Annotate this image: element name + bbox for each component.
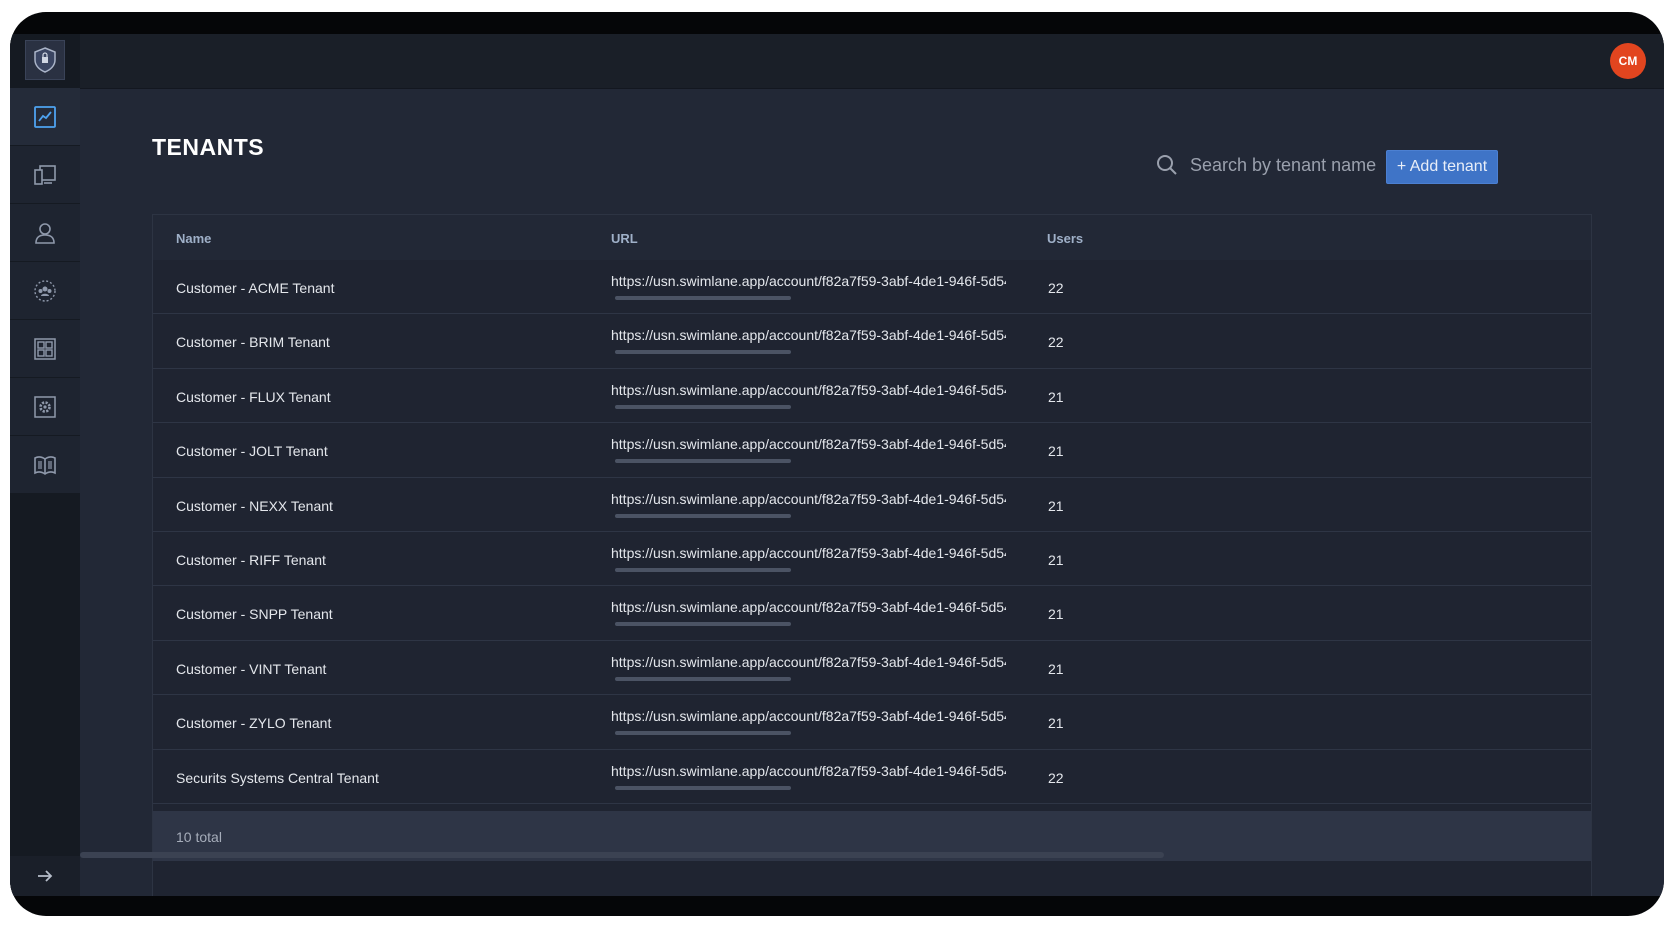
dashboard-chart-icon xyxy=(34,105,56,128)
url-scrollbar[interactable] xyxy=(615,731,791,736)
search-input[interactable] xyxy=(1188,153,1392,177)
arrow-right-icon xyxy=(38,870,53,882)
tenant-users-count: 21 xyxy=(1048,388,1064,405)
tenant-url[interactable]: https://usn.swimlane.app/account/f82a7f5… xyxy=(611,763,1006,779)
table-row[interactable]: Customer - FLUX Tenant https://usn.swimla… xyxy=(153,368,1591,424)
tenant-url[interactable]: https://usn.swimlane.app/account/f82a7f5… xyxy=(611,327,1006,343)
column-header-name[interactable]: Name xyxy=(176,231,211,246)
page-title: TENANTS xyxy=(152,134,265,160)
tenant-name[interactable]: Customer - ACME Tenant xyxy=(176,280,334,296)
column-header-url[interactable]: URL xyxy=(611,231,638,246)
tenant-url[interactable]: https://usn.swimlane.app/account/f82a7f5… xyxy=(611,708,1006,724)
tenant-url[interactable]: https://usn.swimlane.app/account/f82a7f5… xyxy=(611,273,1006,289)
tenant-url[interactable]: https://usn.swimlane.app/account/f82a7f5… xyxy=(611,436,1006,452)
table-row[interactable]: Customer - NEXX Tenant https://usn.swimla… xyxy=(153,477,1591,532)
sidebar-item-workspaces[interactable] xyxy=(10,146,80,204)
tenant-url[interactable]: https://usn.swimlane.app/account/f82a7f5… xyxy=(611,545,1006,561)
app-logo[interactable] xyxy=(25,40,65,80)
table-header: Name URL Users xyxy=(153,215,1591,261)
user-icon xyxy=(35,222,55,244)
tenant-users-count: 21 xyxy=(1048,660,1064,677)
tenant-name[interactable]: Customer - SNPP Tenant xyxy=(176,606,333,622)
tenants-table: Name URL Users Customer - ACME Tenant htt… xyxy=(152,214,1592,896)
url-scrollbar[interactable] xyxy=(615,676,791,681)
column-header-users[interactable]: Users xyxy=(1047,231,1083,246)
horizontal-scrollbar[interactable] xyxy=(80,852,1164,858)
sidebar-item-settings[interactable] xyxy=(10,378,80,436)
apps-grid-icon xyxy=(34,337,56,360)
tenant-users-count: 21 xyxy=(1048,606,1064,623)
device-frame: CM TENANTS + Add tenant Name URL Users C… xyxy=(10,12,1664,916)
sidebar-collapse-button[interactable] xyxy=(10,856,80,896)
sidebar-item-dashboard[interactable] xyxy=(10,88,80,146)
add-tenant-button[interactable]: + Add tenant xyxy=(1386,150,1498,184)
url-scrollbar[interactable] xyxy=(615,296,791,300)
sidebar-item-groups[interactable] xyxy=(10,262,80,320)
table-row[interactable]: Customer - SNPP Tenant https://usn.swimla… xyxy=(153,586,1591,641)
settings-gear-icon xyxy=(34,395,56,418)
tenant-url[interactable]: https://usn.swimlane.app/account/f82a7f5… xyxy=(611,654,1006,670)
tenant-users-count: 22 xyxy=(1048,769,1064,786)
table-row[interactable]: Customer - RIFF Tenant https://usn.swimla… xyxy=(153,532,1591,587)
tenant-users-count: 22 xyxy=(1048,334,1064,351)
app-screen: CM TENANTS + Add tenant Name URL Users C… xyxy=(10,34,1664,896)
total-count: 10 total xyxy=(176,829,222,845)
url-scrollbar[interactable] xyxy=(615,459,791,464)
shield-logo-icon xyxy=(34,47,56,73)
tenant-url[interactable]: https://usn.swimlane.app/account/f82a7f5… xyxy=(611,382,1006,398)
table-row[interactable]: Securits Systems Central Tenant https://u… xyxy=(153,749,1591,804)
url-scrollbar[interactable] xyxy=(615,513,791,518)
tenant-name[interactable]: Customer - RIFF Tenant xyxy=(176,552,326,568)
search-icon xyxy=(1157,155,1177,175)
tenant-name[interactable]: Customer - ZYLO Tenant xyxy=(176,715,331,731)
workspaces-icon xyxy=(34,164,56,185)
tenant-users-count: 21 xyxy=(1048,715,1064,732)
top-bar: CM xyxy=(80,34,1664,89)
table-row[interactable]: Customer - ACME Tenant https://usn.swimla… xyxy=(153,260,1591,315)
tenant-name[interactable]: Customer - BRIM Tenant xyxy=(176,334,330,350)
table-row[interactable]: Customer - JOLT Tenant https://usn.swimla… xyxy=(153,423,1591,478)
book-icon xyxy=(34,455,56,475)
tenant-users-count: 21 xyxy=(1048,497,1064,514)
tenant-name[interactable]: Customer - VINT Tenant xyxy=(176,661,326,677)
table-row[interactable]: Customer - BRIM Tenant https://usn.swimla… xyxy=(153,314,1591,369)
tenant-name[interactable]: Customer - NEXX Tenant xyxy=(176,498,333,514)
table-row[interactable]: Customer - VINT Tenant https://usn.swimla… xyxy=(153,640,1591,696)
user-avatar[interactable]: CM xyxy=(1610,43,1646,79)
url-scrollbar[interactable] xyxy=(615,785,791,790)
tenant-url[interactable]: https://usn.swimlane.app/account/f82a7f5… xyxy=(611,491,1006,507)
tenant-name[interactable]: Customer - JOLT Tenant xyxy=(176,443,328,459)
tenant-users-count: 21 xyxy=(1048,552,1064,568)
sidebar-item-docs[interactable] xyxy=(10,436,80,494)
groups-icon xyxy=(34,279,56,302)
url-scrollbar[interactable] xyxy=(615,568,791,572)
sidebar-item-apps[interactable] xyxy=(10,320,80,378)
tenant-name[interactable]: Securits Systems Central Tenant xyxy=(176,770,379,786)
tenant-users-count: 21 xyxy=(1048,443,1064,460)
sidebar-item-users[interactable] xyxy=(10,204,80,262)
tenant-users-count: 22 xyxy=(1048,280,1064,296)
url-scrollbar[interactable] xyxy=(615,350,791,355)
search-box[interactable] xyxy=(1156,148,1396,182)
tenant-name[interactable]: Customer - FLUX Tenant xyxy=(176,389,331,405)
tenant-url[interactable]: https://usn.swimlane.app/account/f82a7f5… xyxy=(611,599,1006,615)
url-scrollbar[interactable] xyxy=(615,404,791,409)
table-row[interactable]: Customer - ZYLO Tenant https://usn.swimla… xyxy=(153,695,1591,750)
url-scrollbar[interactable] xyxy=(615,622,791,627)
sidebar xyxy=(10,34,80,896)
